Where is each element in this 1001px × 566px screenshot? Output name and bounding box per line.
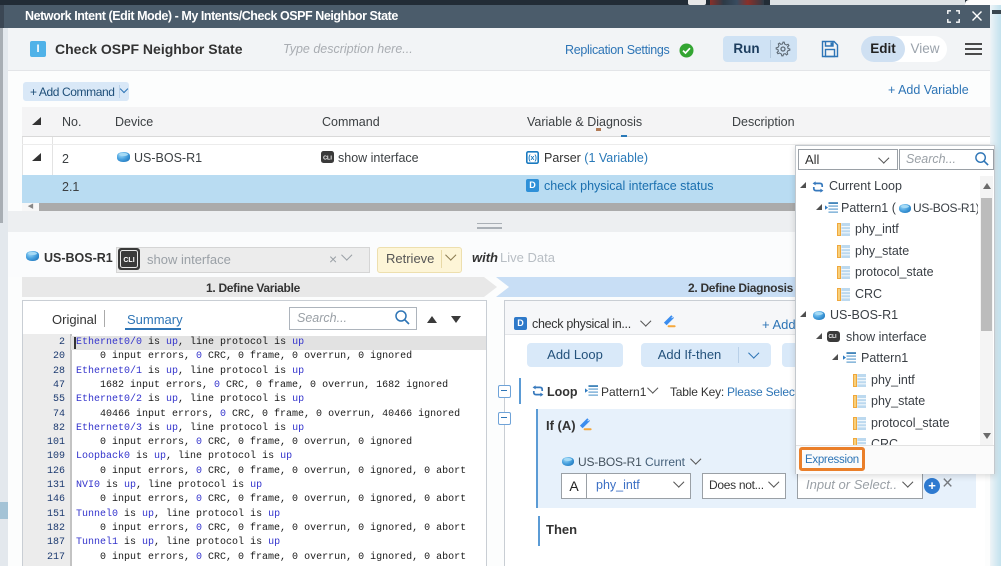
svg-text:CLI: CLI [123, 257, 134, 264]
svg-text:(x): (x) [528, 155, 537, 162]
svg-text:CLI: CLI [323, 156, 332, 162]
